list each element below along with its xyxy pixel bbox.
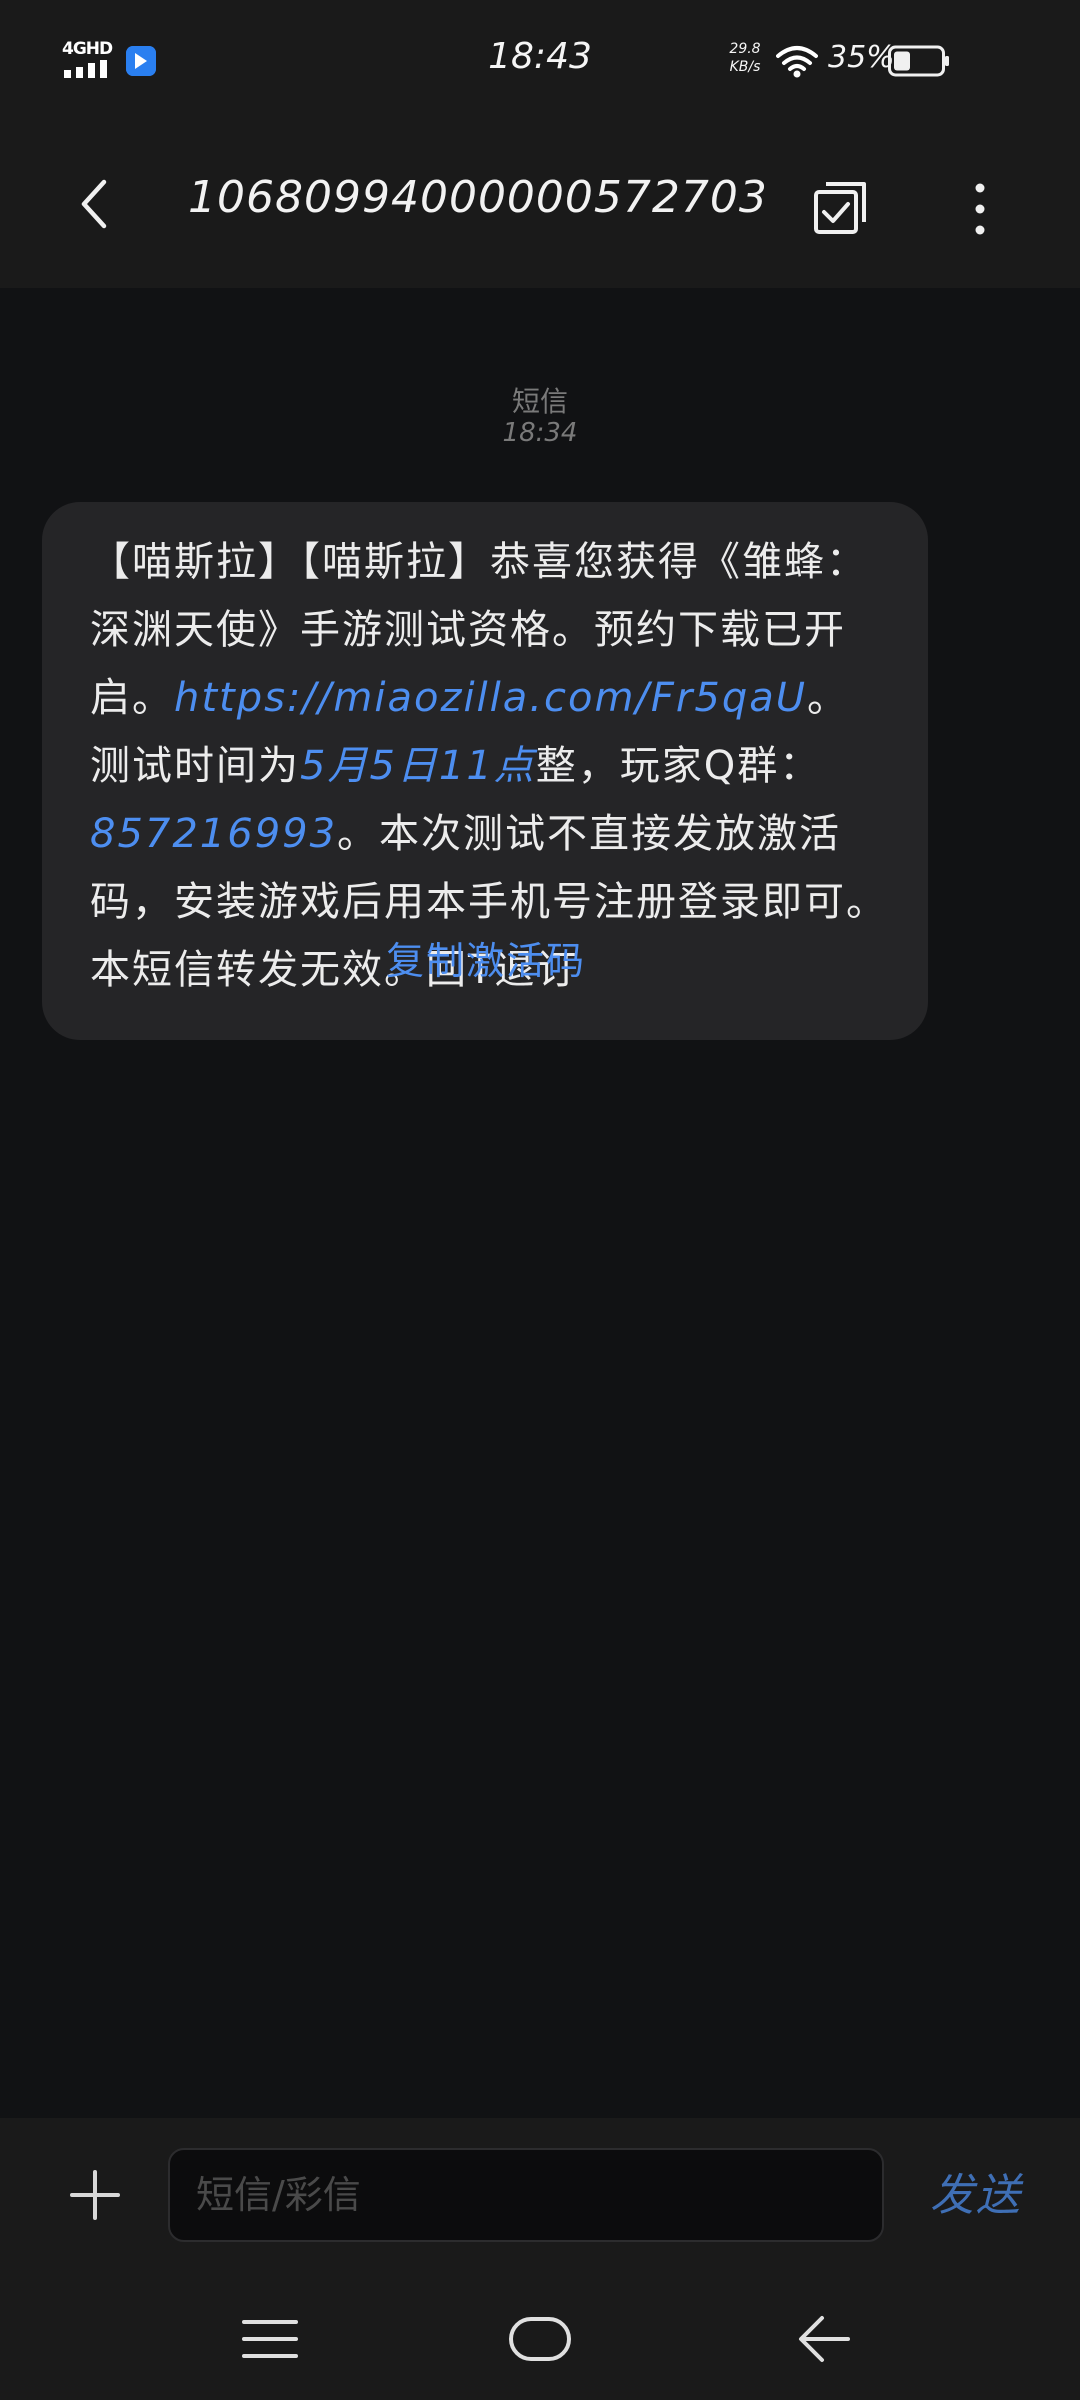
messaging-screen: 4GHD 18:43 29.8 KB/s 35% 106809940000005…	[0, 0, 1080, 2400]
sender-number: 10680994000000572703	[188, 172, 768, 223]
conversation-header: 10680994000000572703	[0, 120, 1080, 288]
message-input[interactable]	[170, 2150, 882, 2240]
send-button[interactable]: 发送	[930, 2164, 1050, 2228]
system-nav-bar	[0, 2280, 1080, 2400]
message-date-link[interactable]: 5月5日11点	[300, 743, 536, 789]
message-text-part: 整，玩家Q群：	[535, 743, 822, 789]
network-speed-unit: KB/s	[729, 59, 761, 75]
network-indicator: 4GHD	[62, 39, 113, 80]
compose-bar: 发送	[0, 2118, 1080, 2280]
battery-percentage: 35%	[828, 40, 895, 75]
signal-bars-icon	[64, 60, 107, 78]
status-time: 18:43	[488, 36, 592, 77]
status-bar: 4GHD 18:43 29.8 KB/s 35%	[0, 0, 1080, 120]
network-speed-value: 29.8	[729, 41, 761, 57]
conversation-area[interactable]: 短信 18:34 【喵斯拉】【喵斯拉】恭喜您获得《雏蜂：深渊天使》手游测试资格。…	[0, 288, 1080, 2118]
message-url-link[interactable]: https://miaozilla.com/Fr5qaU	[174, 675, 807, 721]
more-vertical-icon[interactable]	[962, 182, 998, 236]
wifi-icon	[776, 46, 818, 78]
chevron-left-icon[interactable]	[68, 174, 128, 234]
network-type: 4GHD	[62, 39, 113, 59]
back-arrow-icon[interactable]	[796, 2312, 852, 2366]
app-notification-icon	[126, 46, 156, 76]
message-type-label: 短信	[511, 385, 568, 418]
message-input-container	[168, 2148, 884, 2242]
copy-activation-code-button[interactable]: 复制激活码	[342, 926, 630, 996]
message-bubble[interactable]: 【喵斯拉】【喵斯拉】恭喜您获得《雏蜂：深渊天使》手游测试资格。预约下载已开启。h…	[42, 502, 928, 1040]
battery-fill	[894, 51, 910, 71]
network-speed: 29.8 KB/s	[722, 40, 768, 76]
menu-icon[interactable]	[242, 2316, 298, 2362]
message-timestamp: 18:34	[502, 418, 578, 448]
plus-icon[interactable]	[68, 2168, 122, 2222]
home-icon[interactable]	[508, 2312, 572, 2366]
message-number-link[interactable]: 857216993	[90, 811, 337, 857]
battery-icon	[888, 45, 949, 77]
checkbox-select-icon[interactable]	[810, 176, 872, 238]
